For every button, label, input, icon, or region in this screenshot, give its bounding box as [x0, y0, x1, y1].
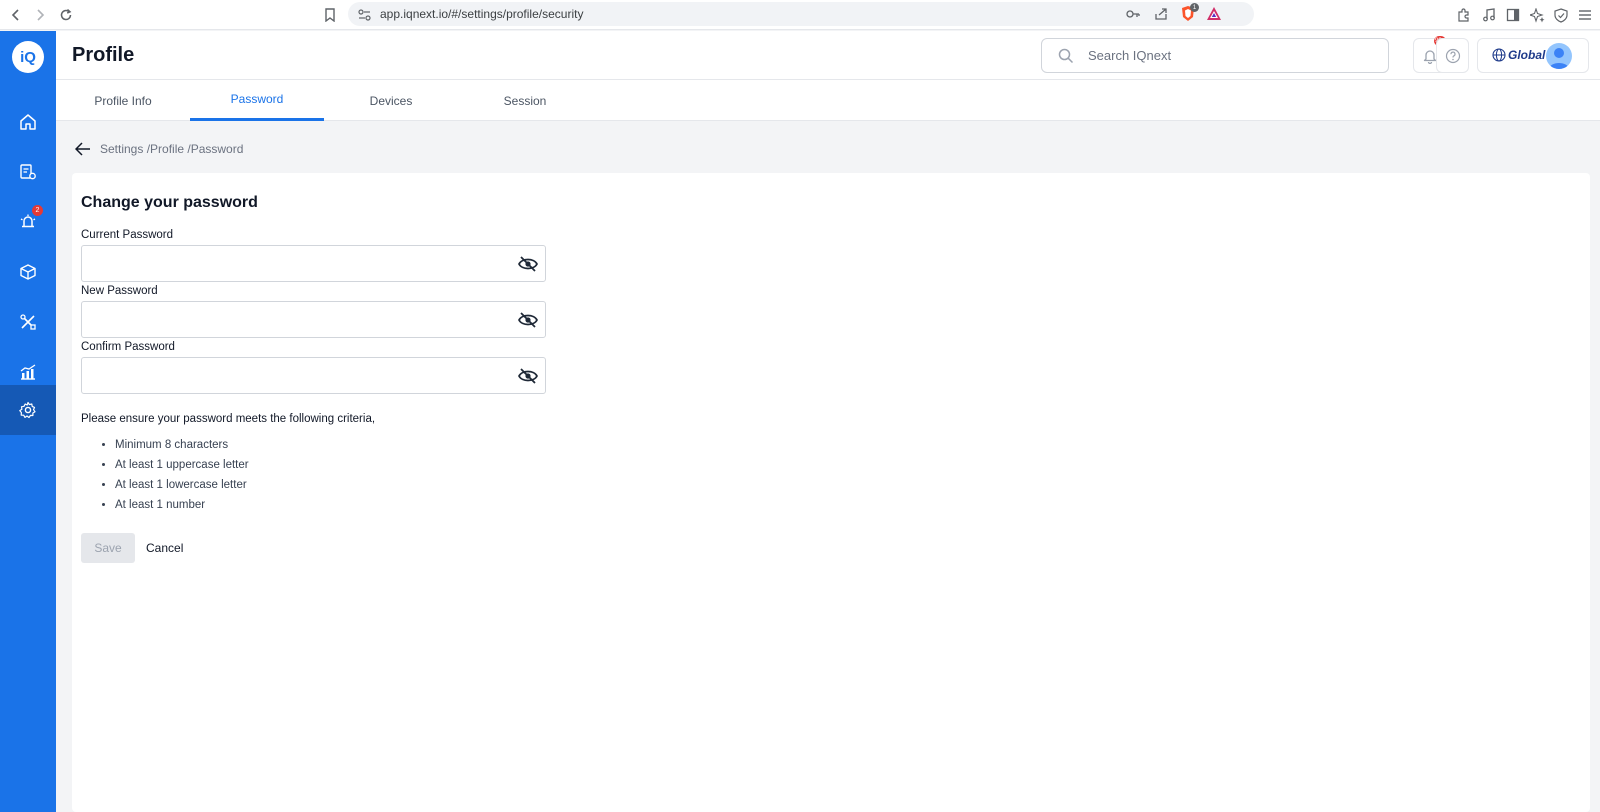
- tab-session[interactable]: Session: [458, 80, 592, 121]
- criteria-item: At least 1 lowercase letter: [115, 475, 249, 495]
- criteria-item: Minimum 8 characters: [115, 435, 249, 455]
- search-input[interactable]: [1088, 39, 1378, 72]
- help-button[interactable]: [1436, 38, 1469, 73]
- address-bar[interactable]: app.iqnext.io/#/settings/profile/securit…: [348, 2, 1254, 26]
- browser-toolbar: app.iqnext.io/#/settings/profile/securit…: [0, 0, 1600, 30]
- form-title: Change your password: [81, 194, 258, 211]
- search-icon: [1058, 48, 1074, 69]
- sidebar-item-alarms[interactable]: 2: [0, 197, 56, 247]
- leo-ai-icon[interactable]: [1528, 6, 1546, 24]
- profile-tabs: Profile Info Password Devices Session: [56, 80, 1600, 121]
- back-nav-icon[interactable]: [6, 5, 26, 25]
- site-settings-icon[interactable]: [358, 8, 371, 26]
- analytics-icon: [20, 364, 36, 380]
- help-icon: [1445, 48, 1460, 63]
- globe-icon: [1492, 48, 1506, 62]
- breadcrumb-text: Settings /Profile /Password: [100, 142, 244, 156]
- app-logo[interactable]: iQ: [12, 41, 44, 73]
- sidebar-item-asset-settings[interactable]: [0, 147, 56, 197]
- url-text: app.iqnext.io/#/settings/profile/securit…: [380, 7, 584, 21]
- sidebar-item-home[interactable]: [0, 97, 56, 147]
- sidebar-item-inventory[interactable]: [0, 247, 56, 297]
- criteria-item: At least 1 uppercase letter: [115, 455, 249, 475]
- app-logo-text: iQ: [20, 48, 36, 66]
- reload-icon[interactable]: [56, 5, 76, 25]
- current-password-label: Current Password: [81, 229, 174, 241]
- current-password-input[interactable]: [90, 246, 500, 281]
- gear-icon: [19, 401, 36, 419]
- app-header: Profile 99+ Global: [56, 31, 1600, 80]
- forward-nav-icon[interactable]: [30, 5, 50, 25]
- music-icon[interactable]: [1480, 6, 1498, 24]
- user-avatar-icon: [1549, 48, 1569, 69]
- confirm-password-input[interactable]: [90, 358, 500, 393]
- share-icon[interactable]: [1154, 7, 1168, 26]
- confirm-password-label: Confirm Password: [81, 341, 175, 353]
- brave-badge: 1: [1190, 3, 1199, 12]
- search-box[interactable]: [1041, 38, 1389, 73]
- tab-devices[interactable]: Devices: [324, 80, 458, 121]
- new-password-input[interactable]: [90, 302, 500, 337]
- confirm-password-field: [81, 357, 546, 394]
- new-password-field: [81, 301, 546, 338]
- eye-off-icon[interactable]: [517, 254, 539, 274]
- home-icon: [20, 114, 36, 130]
- asset-settings-icon: [20, 164, 36, 180]
- box-icon: [20, 264, 36, 280]
- criteria-intro: Please ensure your password meets the fo…: [81, 413, 376, 425]
- new-password-label: New Password: [81, 285, 158, 297]
- cancel-button[interactable]: Cancel: [146, 533, 183, 563]
- alarm-badge: 2: [32, 205, 43, 216]
- criteria-item: At least 1 number: [115, 495, 249, 515]
- save-button[interactable]: Save: [81, 533, 135, 563]
- vpn-shield-icon[interactable]: [1552, 6, 1570, 24]
- page-title: Profile: [72, 44, 135, 66]
- criteria-list: Minimum 8 characters At least 1 uppercas…: [115, 435, 249, 515]
- tab-profile-info[interactable]: Profile Info: [56, 80, 190, 121]
- brave-rewards-icon[interactable]: [1206, 6, 1222, 26]
- key-icon[interactable]: [1126, 7, 1140, 26]
- change-password-card: Change your password Current Password Ne…: [72, 173, 1590, 812]
- menu-icon[interactable]: [1576, 6, 1594, 24]
- eye-off-icon[interactable]: [517, 366, 539, 386]
- eye-off-icon[interactable]: [517, 310, 539, 330]
- sidebar-item-tools[interactable]: [0, 297, 56, 347]
- avatar[interactable]: [1546, 43, 1572, 69]
- org-name: Global: [1508, 48, 1546, 62]
- sidebar: iQ 2: [0, 31, 56, 812]
- alarm-icon: [20, 214, 36, 228]
- extensions-icon[interactable]: [1454, 6, 1472, 24]
- breadcrumb: Settings /Profile /Password: [74, 140, 243, 158]
- sidebar-item-settings[interactable]: [0, 385, 56, 435]
- current-password-field: [81, 245, 546, 282]
- back-arrow-icon[interactable]: [74, 140, 92, 158]
- sidebar-panel-icon[interactable]: [1504, 6, 1522, 24]
- bookmark-icon[interactable]: [320, 5, 340, 25]
- org-switcher[interactable]: Global: [1477, 38, 1589, 73]
- tools-icon: [20, 314, 36, 330]
- tab-password[interactable]: Password: [190, 80, 324, 121]
- org-logo: Global: [1492, 48, 1545, 62]
